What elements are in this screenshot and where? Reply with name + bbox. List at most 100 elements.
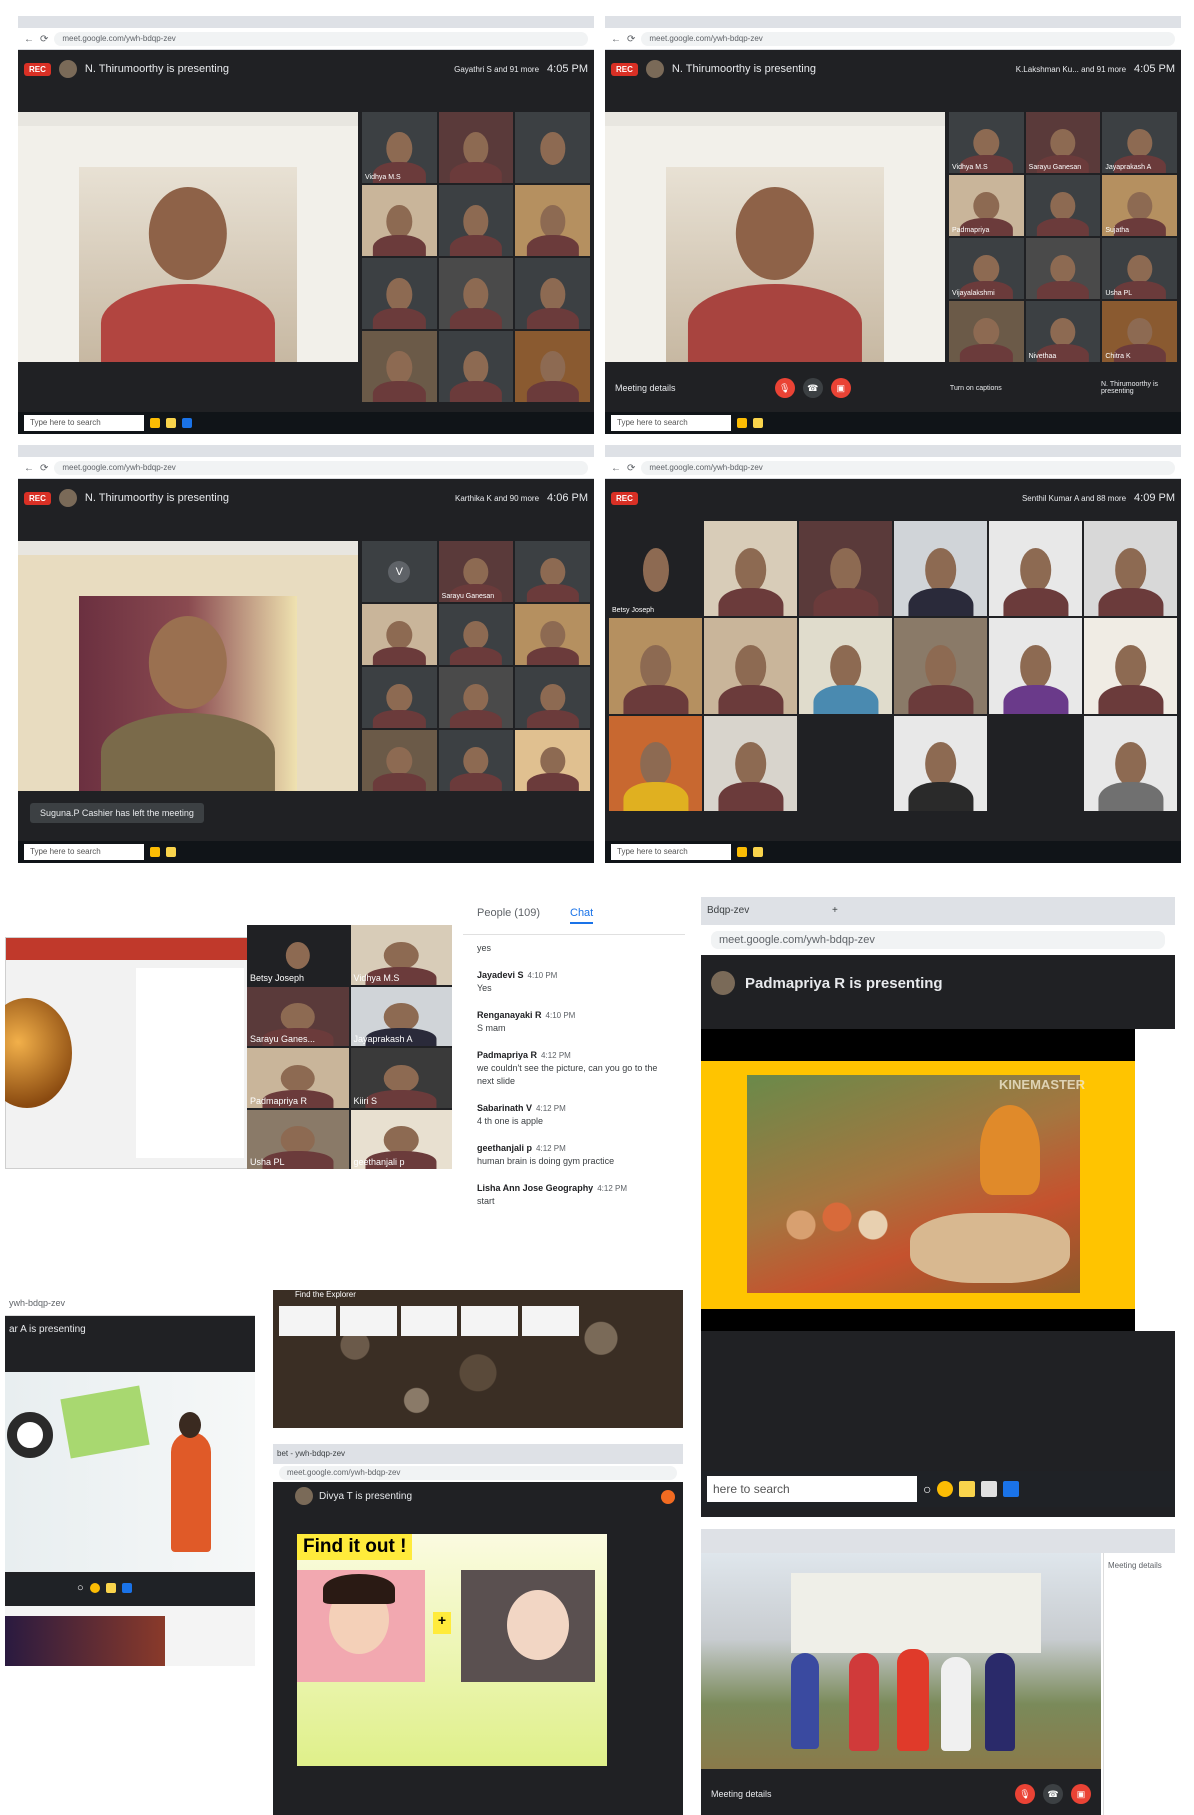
participant-tile[interactable] xyxy=(515,185,590,256)
reload-icon[interactable]: ⟳ xyxy=(40,463,48,474)
participant-tile[interactable]: Jayaprakash A xyxy=(350,986,452,1046)
answer-card[interactable] xyxy=(522,1306,579,1336)
participant-tile[interactable] xyxy=(894,618,987,714)
tab-strip[interactable] xyxy=(605,445,1181,457)
mail-icon[interactable] xyxy=(1003,1481,1020,1497)
mail-icon[interactable] xyxy=(182,418,192,428)
presenter-note[interactable]: N. Thirumoorthy is presenting xyxy=(1101,381,1171,395)
folder-icon[interactable] xyxy=(753,418,763,428)
address-bar[interactable]: meet.google.com/ywh-bdqp-zev xyxy=(54,461,588,475)
answer-card[interactable] xyxy=(339,1306,397,1336)
address-bar[interactable]: meet.google.com/ywh-bdqp-zev xyxy=(279,1466,677,1480)
folder-icon[interactable] xyxy=(166,847,176,857)
participant-tile[interactable]: Kiiri S xyxy=(350,1048,452,1108)
back-icon[interactable]: ← xyxy=(24,463,34,474)
participant-tile[interactable] xyxy=(989,521,1082,617)
participant-tile[interactable] xyxy=(438,331,514,402)
participant-tile[interactable] xyxy=(1084,618,1177,714)
back-icon[interactable]: ← xyxy=(24,34,34,45)
participant-tile[interactable] xyxy=(799,618,892,714)
taskbar-search[interactable]: here to search xyxy=(707,1476,917,1502)
answer-card[interactable] xyxy=(279,1306,336,1336)
participant-tile[interactable] xyxy=(894,521,987,617)
participant-tile[interactable]: Chitra K xyxy=(1102,301,1177,362)
chrome-icon[interactable] xyxy=(937,1481,954,1497)
tab-strip[interactable] xyxy=(18,16,594,28)
participant-tile[interactable] xyxy=(362,258,437,329)
participant-tile[interactable] xyxy=(1025,175,1101,236)
participant-tile[interactable] xyxy=(989,715,1082,811)
participant-tile[interactable] xyxy=(704,715,797,811)
folder-icon[interactable] xyxy=(105,1583,116,1593)
chrome-icon[interactable] xyxy=(89,1583,100,1593)
cortana-icon[interactable]: ○ xyxy=(77,1582,84,1594)
participant-tile[interactable]: Betsy Joseph xyxy=(247,925,349,985)
participant-tile[interactable]: geethanjali p xyxy=(350,1109,452,1169)
participant-tile[interactable]: Sarayu Ganesan xyxy=(438,541,514,602)
folder-icon[interactable] xyxy=(166,418,176,428)
taskbar-search[interactable]: Type here to search xyxy=(611,844,731,860)
participant-tile[interactable]: Jayaprakash A xyxy=(1102,112,1177,173)
address-bar[interactable]: meet.google.com/ywh-bdqp-zev xyxy=(54,32,588,46)
participant-tile[interactable] xyxy=(362,331,437,402)
participant-tile[interactable] xyxy=(438,185,514,256)
participant-tile[interactable]: Nivethaa xyxy=(1025,301,1101,362)
participant-tile[interactable] xyxy=(515,667,590,728)
participant-tile[interactable]: Sarayu Ganesan xyxy=(1025,112,1101,173)
cortana-icon[interactable]: ○ xyxy=(923,1481,931,1497)
tab-strip[interactable] xyxy=(18,445,594,457)
participant-tile[interactable] xyxy=(515,730,590,791)
folder-icon[interactable] xyxy=(959,1481,976,1497)
hangup-icon[interactable]: ☎ xyxy=(1043,1784,1063,1804)
participant-tile[interactable] xyxy=(799,715,892,811)
meeting-details-button[interactable]: Meeting details xyxy=(615,383,676,393)
taskbar-search[interactable]: Type here to search xyxy=(24,415,144,431)
participant-tile[interactable] xyxy=(362,730,437,791)
meeting-details-button[interactable]: Meeting details xyxy=(711,1789,772,1799)
answer-card[interactable] xyxy=(400,1306,458,1336)
taskbar-search[interactable]: Type here to search xyxy=(611,415,731,431)
participant-tile[interactable]: V xyxy=(362,541,437,602)
participant-tile[interactable] xyxy=(362,185,437,256)
participant-tile[interactable]: Vidhya M.S xyxy=(362,112,437,183)
participant-tile[interactable] xyxy=(515,541,590,602)
participant-tile[interactable] xyxy=(894,715,987,811)
participant-tile[interactable] xyxy=(515,112,590,183)
participant-tile[interactable] xyxy=(609,618,702,714)
reload-icon[interactable]: ⟳ xyxy=(40,34,48,45)
participants-summary[interactable]: Karthika K and 90 more xyxy=(455,494,539,503)
participant-tile[interactable] xyxy=(515,604,590,665)
camera-off-icon[interactable]: ▣ xyxy=(830,378,851,398)
participant-tile[interactable] xyxy=(515,331,590,402)
camera-off-icon[interactable]: ▣ xyxy=(1071,1784,1091,1804)
participant-tile[interactable] xyxy=(949,301,1024,362)
participant-tile[interactable]: Sujatha xyxy=(1102,175,1177,236)
participant-tile[interactable]: Padmapriya xyxy=(949,175,1024,236)
answer-card[interactable] xyxy=(461,1306,519,1336)
participant-tile[interactable] xyxy=(1025,238,1101,299)
browser-tab[interactable]: Bdqp-zev xyxy=(707,905,749,916)
participant-tile[interactable] xyxy=(704,521,797,617)
participant-tile[interactable]: Usha PL xyxy=(1102,238,1177,299)
participant-tile[interactable]: Usha PL xyxy=(247,1109,349,1169)
tab-strip[interactable] xyxy=(605,16,1181,28)
chrome-icon[interactable] xyxy=(737,418,747,428)
participant-tile[interactable] xyxy=(989,618,1082,714)
chrome-icon[interactable] xyxy=(150,418,160,428)
participant-tile[interactable] xyxy=(362,604,437,665)
participant-tile[interactable] xyxy=(362,667,437,728)
chrome-icon[interactable] xyxy=(150,847,160,857)
participants-summary[interactable]: Senthil Kumar A and 88 more xyxy=(1022,494,1126,503)
participant-tile[interactable]: Sarayu Ganes... xyxy=(247,986,349,1046)
participant-tile[interactable] xyxy=(438,604,514,665)
chrome-icon[interactable] xyxy=(737,847,747,857)
participants-summary[interactable]: K.Lakshman Ku... and 91 more xyxy=(1016,65,1126,74)
participant-tile[interactable] xyxy=(799,521,892,617)
taskbar-search[interactable]: Type here to search xyxy=(24,844,144,860)
new-tab-icon[interactable]: + xyxy=(832,905,838,916)
participant-tile[interactable] xyxy=(609,715,702,811)
address-bar[interactable]: ywh-bdqp-zev xyxy=(9,1298,65,1308)
captions-button[interactable]: Turn on captions xyxy=(950,385,1002,392)
participant-tile[interactable]: Vidhya M.S xyxy=(949,112,1024,173)
hangup-icon[interactable]: ☎ xyxy=(802,378,823,398)
